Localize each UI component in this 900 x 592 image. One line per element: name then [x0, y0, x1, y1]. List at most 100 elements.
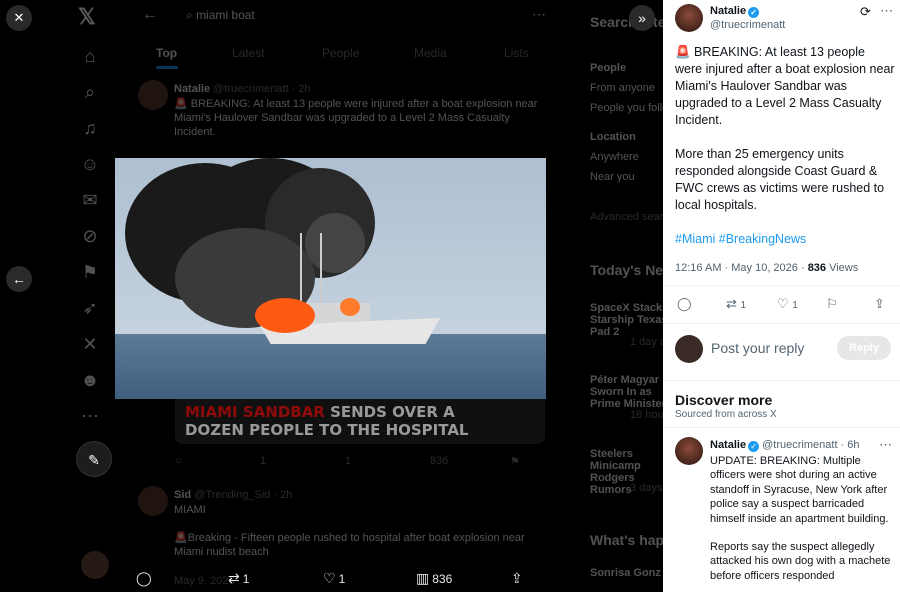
share-icon[interactable]: ⇪: [874, 296, 885, 312]
tab-lists[interactable]: Lists: [504, 46, 529, 60]
fire: [255, 298, 315, 333]
media-action-bar: ◯ ⇄ 1 ♡ 1 ▥ 836 ⇪: [115, 566, 555, 592]
views-count: 836: [432, 572, 453, 586]
active-tab-indicator: [156, 66, 178, 69]
arrow-left-icon[interactable]: ←: [6, 266, 32, 292]
avatar[interactable]: [138, 486, 168, 516]
avatar: [675, 335, 703, 363]
chevrons-right-icon[interactable]: »: [629, 5, 655, 31]
reply-icon[interactable]: ○: [175, 455, 182, 467]
messages-icon[interactable]: ✉: [78, 188, 102, 212]
retweet-button[interactable]: ⇄ 1: [726, 296, 746, 312]
tweet-header: Sid @Trending_Sid · 2h: [174, 489, 293, 501]
boat-tower: [300, 233, 322, 308]
news-item[interactable]: Péter Magyar Sworn In as Prime Minister: [590, 374, 663, 410]
reply-input[interactable]: Post your reply: [711, 340, 804, 356]
retweet-count: 1: [242, 572, 250, 586]
share-icon[interactable]: ⇪: [511, 570, 526, 587]
more-options-icon[interactable]: ⋯: [78, 404, 102, 428]
discover-tweet-body[interactable]: UPDATE: BREAKING: Multiple officers were…: [710, 454, 895, 592]
from-anyone-option[interactable]: From anyone: [590, 82, 655, 94]
back-arrow-icon[interactable]: ←: [142, 6, 158, 24]
timestamp[interactable]: 12:16 AM · May 10, 2026 ·: [675, 262, 808, 274]
people-you-follow-option[interactable]: People you follow: [590, 102, 663, 114]
close-icon[interactable]: ✕: [6, 5, 32, 31]
advanced-search-link[interactable]: Advanced search: [590, 211, 663, 223]
author-handle[interactable]: @truecrimenatt: [710, 19, 785, 31]
like-count: 1: [338, 572, 346, 586]
tweet-text: 🚨 BREAKING: At least 13 people were inju…: [174, 98, 538, 138]
more-icon[interactable]: ⋯: [880, 3, 893, 19]
more-icon[interactable]: ⋯: [879, 437, 892, 453]
tweet-meta: 12:16 AM · May 10, 2026 · 836 Views: [675, 262, 858, 274]
like-button[interactable]: ♡ 1: [323, 570, 345, 587]
divider: [663, 285, 900, 286]
views-count: 836: [807, 262, 827, 274]
like-button[interactable]: ♡ 1: [777, 296, 798, 312]
tab-top[interactable]: Top: [156, 46, 177, 60]
news-meta: 1 day ago: [630, 336, 663, 348]
home-icon[interactable]: ⌂: [78, 44, 102, 68]
premium-x-icon[interactable]: ✕: [78, 332, 102, 356]
profile-icon[interactable]: ☻: [78, 368, 102, 392]
author-handle[interactable]: @truecrimenatt · 6h: [762, 439, 859, 451]
tweet-header: Natalie @truecrimenatt · 2h: [174, 83, 311, 95]
account-avatar[interactable]: [81, 551, 109, 579]
reply-button[interactable]: Reply: [837, 336, 891, 360]
whats-happening-title: What's happening: [590, 532, 663, 548]
todays-news-title: Today's News: [590, 262, 663, 278]
tweet-line: MIAMI: [174, 504, 206, 516]
author-name[interactable]: Natalie ✓: [710, 5, 760, 18]
discover-tweet-header: Natalie ✓ @truecrimenatt · 6h: [710, 439, 860, 452]
divider: [663, 323, 900, 324]
retweet-count: 1: [740, 300, 747, 311]
tab-media[interactable]: Media: [414, 46, 447, 60]
trend-item[interactable]: Sonrisa Gonz: [590, 567, 661, 579]
news-item[interactable]: SpaceX Stacks Starship Texas Pad 2: [590, 302, 663, 338]
search-input[interactable]: ⌕ miami boat: [186, 8, 255, 23]
tweet-actions: ○ 1 1 836 ⚑: [175, 455, 535, 469]
views-button[interactable]: ▥ 836: [416, 570, 452, 587]
news-meta: 3 days ago: [630, 482, 663, 494]
tweet-paragraph: 🚨 BREAKING: At least 13 people were inju…: [675, 45, 895, 127]
more-icon[interactable]: ⋯: [532, 6, 546, 23]
bookmark-icon[interactable]: ⚑: [510, 455, 520, 468]
bookmark-icon[interactable]: ⚐: [826, 296, 838, 312]
fire: [340, 298, 360, 316]
compose-post-button[interactable]: ✎: [76, 441, 112, 477]
tab-people[interactable]: People: [322, 46, 359, 60]
jobs-icon[interactable]: ➶: [78, 296, 102, 320]
discover-subtitle: Sourced from across X: [675, 409, 777, 420]
retweet-button[interactable]: ⇄ 1: [228, 570, 249, 587]
views-count[interactable]: 836: [430, 455, 448, 467]
x-logo-icon[interactable]: 𝕏: [78, 4, 96, 30]
bookmarks-icon[interactable]: ⚑: [78, 260, 102, 284]
near-you-option[interactable]: Near you: [590, 171, 635, 183]
like-count: 1: [792, 300, 798, 311]
hashtags-link[interactable]: #Miami #BreakingNews: [675, 231, 895, 248]
news-meta: 18 hours ago: [630, 409, 663, 421]
people-heading: People: [590, 62, 627, 74]
notifications-icon[interactable]: ♫: [78, 116, 102, 140]
anywhere-option[interactable]: Anywhere: [590, 151, 639, 163]
follow-icon[interactable]: ☺: [78, 152, 102, 176]
search-icon[interactable]: ⌕: [78, 80, 102, 104]
tweet-paragraph: UPDATE: BREAKING: Multiple officers were…: [710, 455, 889, 525]
tab-latest[interactable]: Latest: [232, 46, 265, 60]
avatar[interactable]: [675, 437, 703, 465]
avatar[interactable]: [138, 80, 168, 110]
reply-icon[interactable]: ◯: [136, 570, 155, 587]
right-sidebar: Search filters People From anyone People…: [580, 0, 663, 592]
retweet-count[interactable]: 1: [260, 455, 266, 467]
verified-badge-icon: ✓: [748, 441, 760, 452]
like-count[interactable]: 1: [345, 455, 351, 467]
tweet-paragraph: More than 25 emergency units responded a…: [675, 147, 885, 212]
views-chart-icon: ▥: [416, 570, 430, 586]
grok-nav-icon[interactable]: ⊘: [78, 224, 102, 248]
media-image[interactable]: [115, 158, 546, 399]
discover-title: Discover more: [675, 392, 773, 408]
reply-icon[interactable]: ◯: [677, 296, 692, 312]
author-avatar[interactable]: [675, 4, 703, 32]
grok-icon[interactable]: ⟳: [860, 4, 871, 20]
author-name[interactable]: Natalie: [710, 439, 746, 451]
